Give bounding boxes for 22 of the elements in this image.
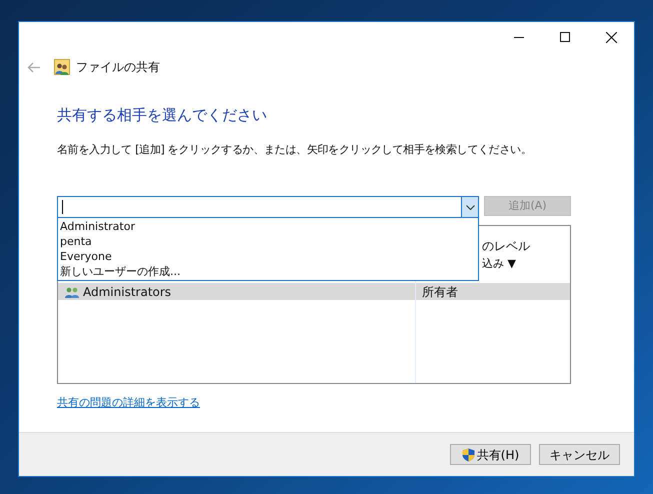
- permission-level: 所有者: [422, 284, 458, 300]
- list-row[interactable]: Administrators: [58, 283, 415, 300]
- shield-icon: [462, 448, 475, 462]
- close-icon[interactable]: [606, 32, 616, 42]
- users-icon: [64, 286, 80, 298]
- dropdown-option[interactable]: Everyone: [58, 249, 478, 264]
- heading: 共有する相手を選んでください: [57, 105, 268, 125]
- chevron-down-icon: [466, 204, 474, 210]
- text-cursor: [62, 200, 63, 214]
- details-link[interactable]: 共有の問題の詳細を表示する: [57, 395, 200, 412]
- users-icon: [54, 59, 70, 75]
- window-title: ファイルの共有: [76, 59, 160, 76]
- permission-dropdown[interactable]: 込み ▼: [482, 256, 516, 273]
- account-name: Administrators: [83, 284, 172, 300]
- column-header: のレベル: [482, 238, 530, 254]
- dropdown-option[interactable]: penta: [58, 234, 478, 249]
- maximize-icon[interactable]: [560, 32, 570, 42]
- dialog-button[interactable]: 共有(H): [450, 444, 531, 465]
- instruction-text: 名前を入力して [追加] をクリックするか、または、矢印をクリックして相手を検索してください。: [57, 142, 532, 158]
- dropdown-option[interactable]: Administrator: [58, 219, 478, 234]
- dropdown-option[interactable]: 新しいユーザーの作成...: [58, 264, 478, 279]
- dialog-button[interactable]: キャンセル: [539, 444, 620, 465]
